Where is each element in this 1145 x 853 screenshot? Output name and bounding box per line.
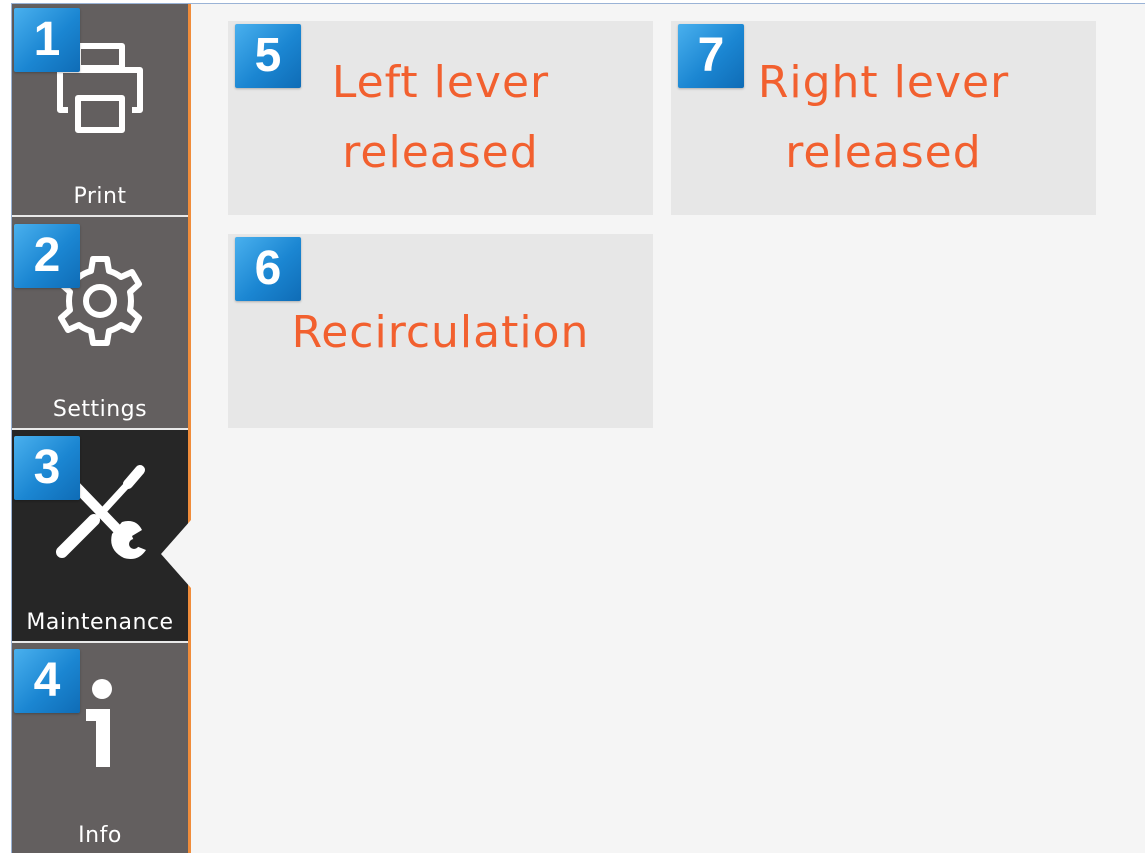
sidebar-item-label: Print <box>73 184 127 209</box>
sidebar-item-label: Info <box>78 823 122 848</box>
active-indicator <box>161 520 191 588</box>
sidebar-item-label: Maintenance <box>26 610 174 635</box>
callout-badge: 2 <box>14 224 80 288</box>
callout-badge: 5 <box>235 24 301 88</box>
callout-badge: 1 <box>14 8 80 72</box>
callout-badge: 4 <box>14 649 80 713</box>
sidebar-item-label: Settings <box>52 397 148 422</box>
callout-badge: 3 <box>14 436 80 500</box>
callout-badge: 7 <box>678 24 744 88</box>
callout-badge: 6 <box>235 237 301 301</box>
sidebar: Print Settings Maintenance Info <box>12 4 191 853</box>
app-window: Print Settings Maintenance Info Left lev… <box>11 3 1145 853</box>
